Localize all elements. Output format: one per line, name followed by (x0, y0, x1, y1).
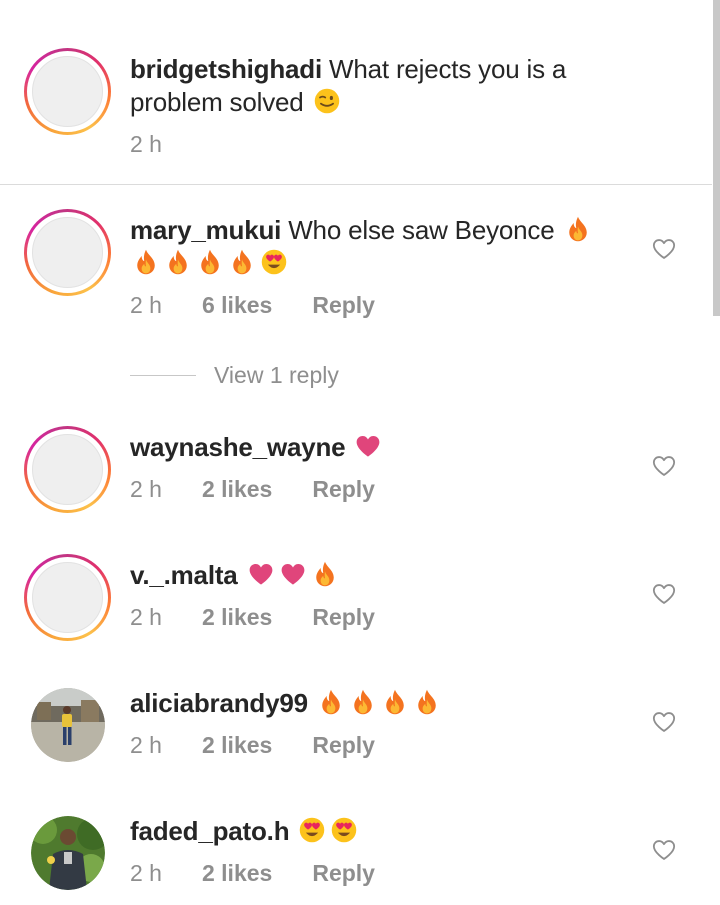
reply-button[interactable]: Reply (312, 604, 375, 631)
fire-emoji-icon (227, 248, 257, 276)
avatar[interactable] (24, 554, 111, 641)
pink-heart-emoji-icon (278, 560, 308, 588)
comment-body: v._.malta (130, 559, 610, 592)
avatar[interactable] (24, 209, 111, 296)
profile-photo (31, 816, 105, 890)
comment-meta: 2 h 2 likes Reply (130, 860, 375, 887)
heart-eyes-emoji-icon (329, 816, 359, 844)
comment-meta: 2 h 6 likes Reply (130, 292, 375, 319)
comment-meta: 2 h 2 likes Reply (130, 476, 375, 503)
wink-emoji-icon (312, 87, 342, 115)
comment-meta: 2 h 2 likes Reply (130, 732, 375, 759)
likes-count[interactable]: 2 likes (202, 860, 272, 887)
timestamp: 2 h (130, 604, 162, 630)
likes-count[interactable]: 2 likes (202, 732, 272, 759)
like-heart-icon[interactable] (650, 236, 678, 262)
likes-count[interactable]: 2 likes (202, 604, 272, 631)
heart-eyes-emoji-icon (297, 816, 327, 844)
reply-button[interactable]: Reply (312, 860, 375, 887)
username[interactable]: faded_pato.h (130, 816, 290, 846)
fire-emoji-icon (163, 248, 193, 276)
like-heart-icon[interactable] (650, 453, 678, 479)
like-heart-icon[interactable] (650, 581, 678, 607)
fire-emoji-icon (316, 688, 346, 716)
post-caption: bridgetshighadi What rejects you is a pr… (0, 0, 712, 185)
avatar[interactable] (31, 816, 105, 890)
avatar[interactable] (31, 688, 105, 762)
caption-text: bridgetshighadi What rejects you is a pr… (130, 53, 610, 119)
likes-count[interactable]: 2 likes (202, 476, 272, 503)
username[interactable]: waynashe_wayne (130, 432, 346, 462)
reply-button[interactable]: Reply (312, 292, 375, 319)
view-replies-button[interactable]: View 1 reply (130, 362, 339, 389)
fire-emoji-icon (195, 248, 225, 276)
username[interactable]: bridgetshighadi (130, 54, 322, 84)
comment-body: mary_mukui Who else saw Beyonce (130, 214, 610, 280)
comment-body: aliciabrandy99 (130, 687, 610, 720)
avatar[interactable] (24, 48, 111, 135)
pink-heart-emoji-icon (246, 560, 276, 588)
timestamp: 2 h (130, 476, 162, 502)
like-heart-icon[interactable] (650, 837, 678, 863)
fire-emoji-icon (348, 688, 378, 716)
reply-button[interactable]: Reply (312, 476, 375, 503)
fire-emoji-icon (563, 215, 593, 243)
avatar[interactable] (24, 426, 111, 513)
username[interactable]: aliciabrandy99 (130, 688, 308, 718)
fire-emoji-icon (131, 248, 161, 276)
divider-line (130, 375, 196, 376)
caption-meta: 2 h (130, 131, 202, 158)
fire-emoji-icon (412, 688, 442, 716)
fire-emoji-icon (310, 560, 340, 588)
username[interactable]: v._.malta (130, 560, 238, 590)
timestamp: 2 h (130, 860, 162, 886)
comment-body: faded_pato.h (130, 815, 610, 848)
timestamp: 2 h (130, 131, 162, 157)
timestamp: 2 h (130, 292, 162, 318)
username[interactable]: mary_mukui (130, 215, 281, 245)
fire-emoji-icon (380, 688, 410, 716)
heart-eyes-emoji-icon (259, 248, 289, 276)
likes-count[interactable]: 6 likes (202, 292, 272, 319)
reply-button[interactable]: Reply (312, 732, 375, 759)
timestamp: 2 h (130, 732, 162, 758)
view-replies-label[interactable]: View 1 reply (214, 362, 339, 389)
pink-heart-emoji-icon (353, 432, 383, 460)
comment-body: waynashe_wayne (130, 431, 610, 464)
profile-photo (31, 688, 105, 762)
like-heart-icon[interactable] (650, 709, 678, 735)
comment-meta: 2 h 2 likes Reply (130, 604, 375, 631)
comment-text: Who else saw Beyonce (288, 215, 555, 245)
scrollbar[interactable] (713, 0, 720, 316)
